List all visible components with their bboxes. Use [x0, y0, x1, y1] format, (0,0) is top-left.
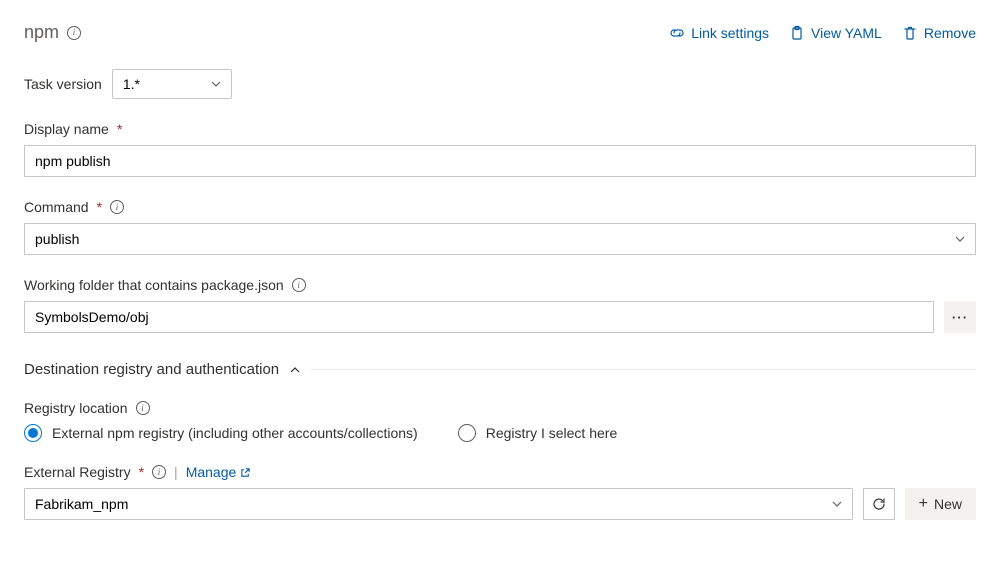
radio-select-here[interactable]: Registry I select here	[458, 424, 618, 442]
remove-button[interactable]: Remove	[902, 25, 976, 41]
trash-icon	[902, 25, 918, 41]
clipboard-icon	[789, 25, 805, 41]
info-icon[interactable]: i	[110, 200, 124, 214]
manage-link[interactable]: Manage	[186, 464, 252, 480]
command-select[interactable]: publish	[24, 223, 976, 255]
task-version-row: Task version 1.*	[24, 69, 976, 99]
working-folder-label: Working folder that contains package.jso…	[24, 277, 976, 293]
header: npm i Link settings View YAML Remove	[24, 22, 976, 43]
registry-location-row: Registry location i External npm registr…	[24, 400, 976, 442]
required-mark: *	[117, 121, 122, 137]
title-group: npm i	[24, 22, 81, 43]
info-icon[interactable]: i	[67, 26, 81, 40]
working-folder-input[interactable]	[24, 301, 934, 333]
new-button[interactable]: + New	[905, 488, 976, 520]
chevron-up-icon	[289, 364, 301, 376]
section-title: Destination registry and authentication	[24, 361, 279, 378]
task-version-label: Task version	[24, 76, 102, 92]
external-registry-row: External Registry * i | Manage Fabrikam_…	[24, 464, 976, 520]
section-header[interactable]: Destination registry and authentication	[24, 361, 976, 378]
refresh-button[interactable]	[863, 488, 895, 520]
link-settings-button[interactable]: Link settings	[669, 25, 769, 41]
info-icon[interactable]: i	[292, 278, 306, 292]
plus-icon: +	[919, 495, 928, 513]
link-icon	[669, 25, 685, 41]
command-label: Command * i	[24, 199, 976, 215]
required-mark: *	[97, 199, 102, 215]
divider: |	[174, 464, 178, 480]
display-name-input[interactable]	[24, 145, 976, 177]
radio-icon	[458, 424, 476, 442]
page-title: npm	[24, 22, 59, 43]
external-registry-select[interactable]: Fabrikam_npm	[24, 488, 853, 520]
display-name-label: Display name *	[24, 121, 976, 137]
header-actions: Link settings View YAML Remove	[669, 25, 976, 41]
radio-icon	[24, 424, 42, 442]
required-mark: *	[139, 464, 144, 480]
display-name-row: Display name *	[24, 121, 976, 177]
refresh-icon	[871, 496, 887, 512]
ellipsis-icon: ···	[952, 310, 968, 325]
info-icon[interactable]: i	[136, 401, 150, 415]
registry-location-label: Registry location i	[24, 400, 976, 416]
info-icon[interactable]: i	[152, 465, 166, 479]
task-version-select[interactable]: 1.*	[112, 69, 232, 99]
section-divider	[311, 369, 976, 370]
external-link-icon	[240, 467, 251, 478]
external-registry-label: External Registry * i | Manage	[24, 464, 976, 480]
radio-external[interactable]: External npm registry (including other a…	[24, 424, 418, 442]
command-row: Command * i publish	[24, 199, 976, 255]
working-folder-row: Working folder that contains package.jso…	[24, 277, 976, 333]
browse-button[interactable]: ···	[944, 301, 976, 333]
view-yaml-button[interactable]: View YAML	[789, 25, 882, 41]
registry-location-options: External npm registry (including other a…	[24, 424, 976, 442]
